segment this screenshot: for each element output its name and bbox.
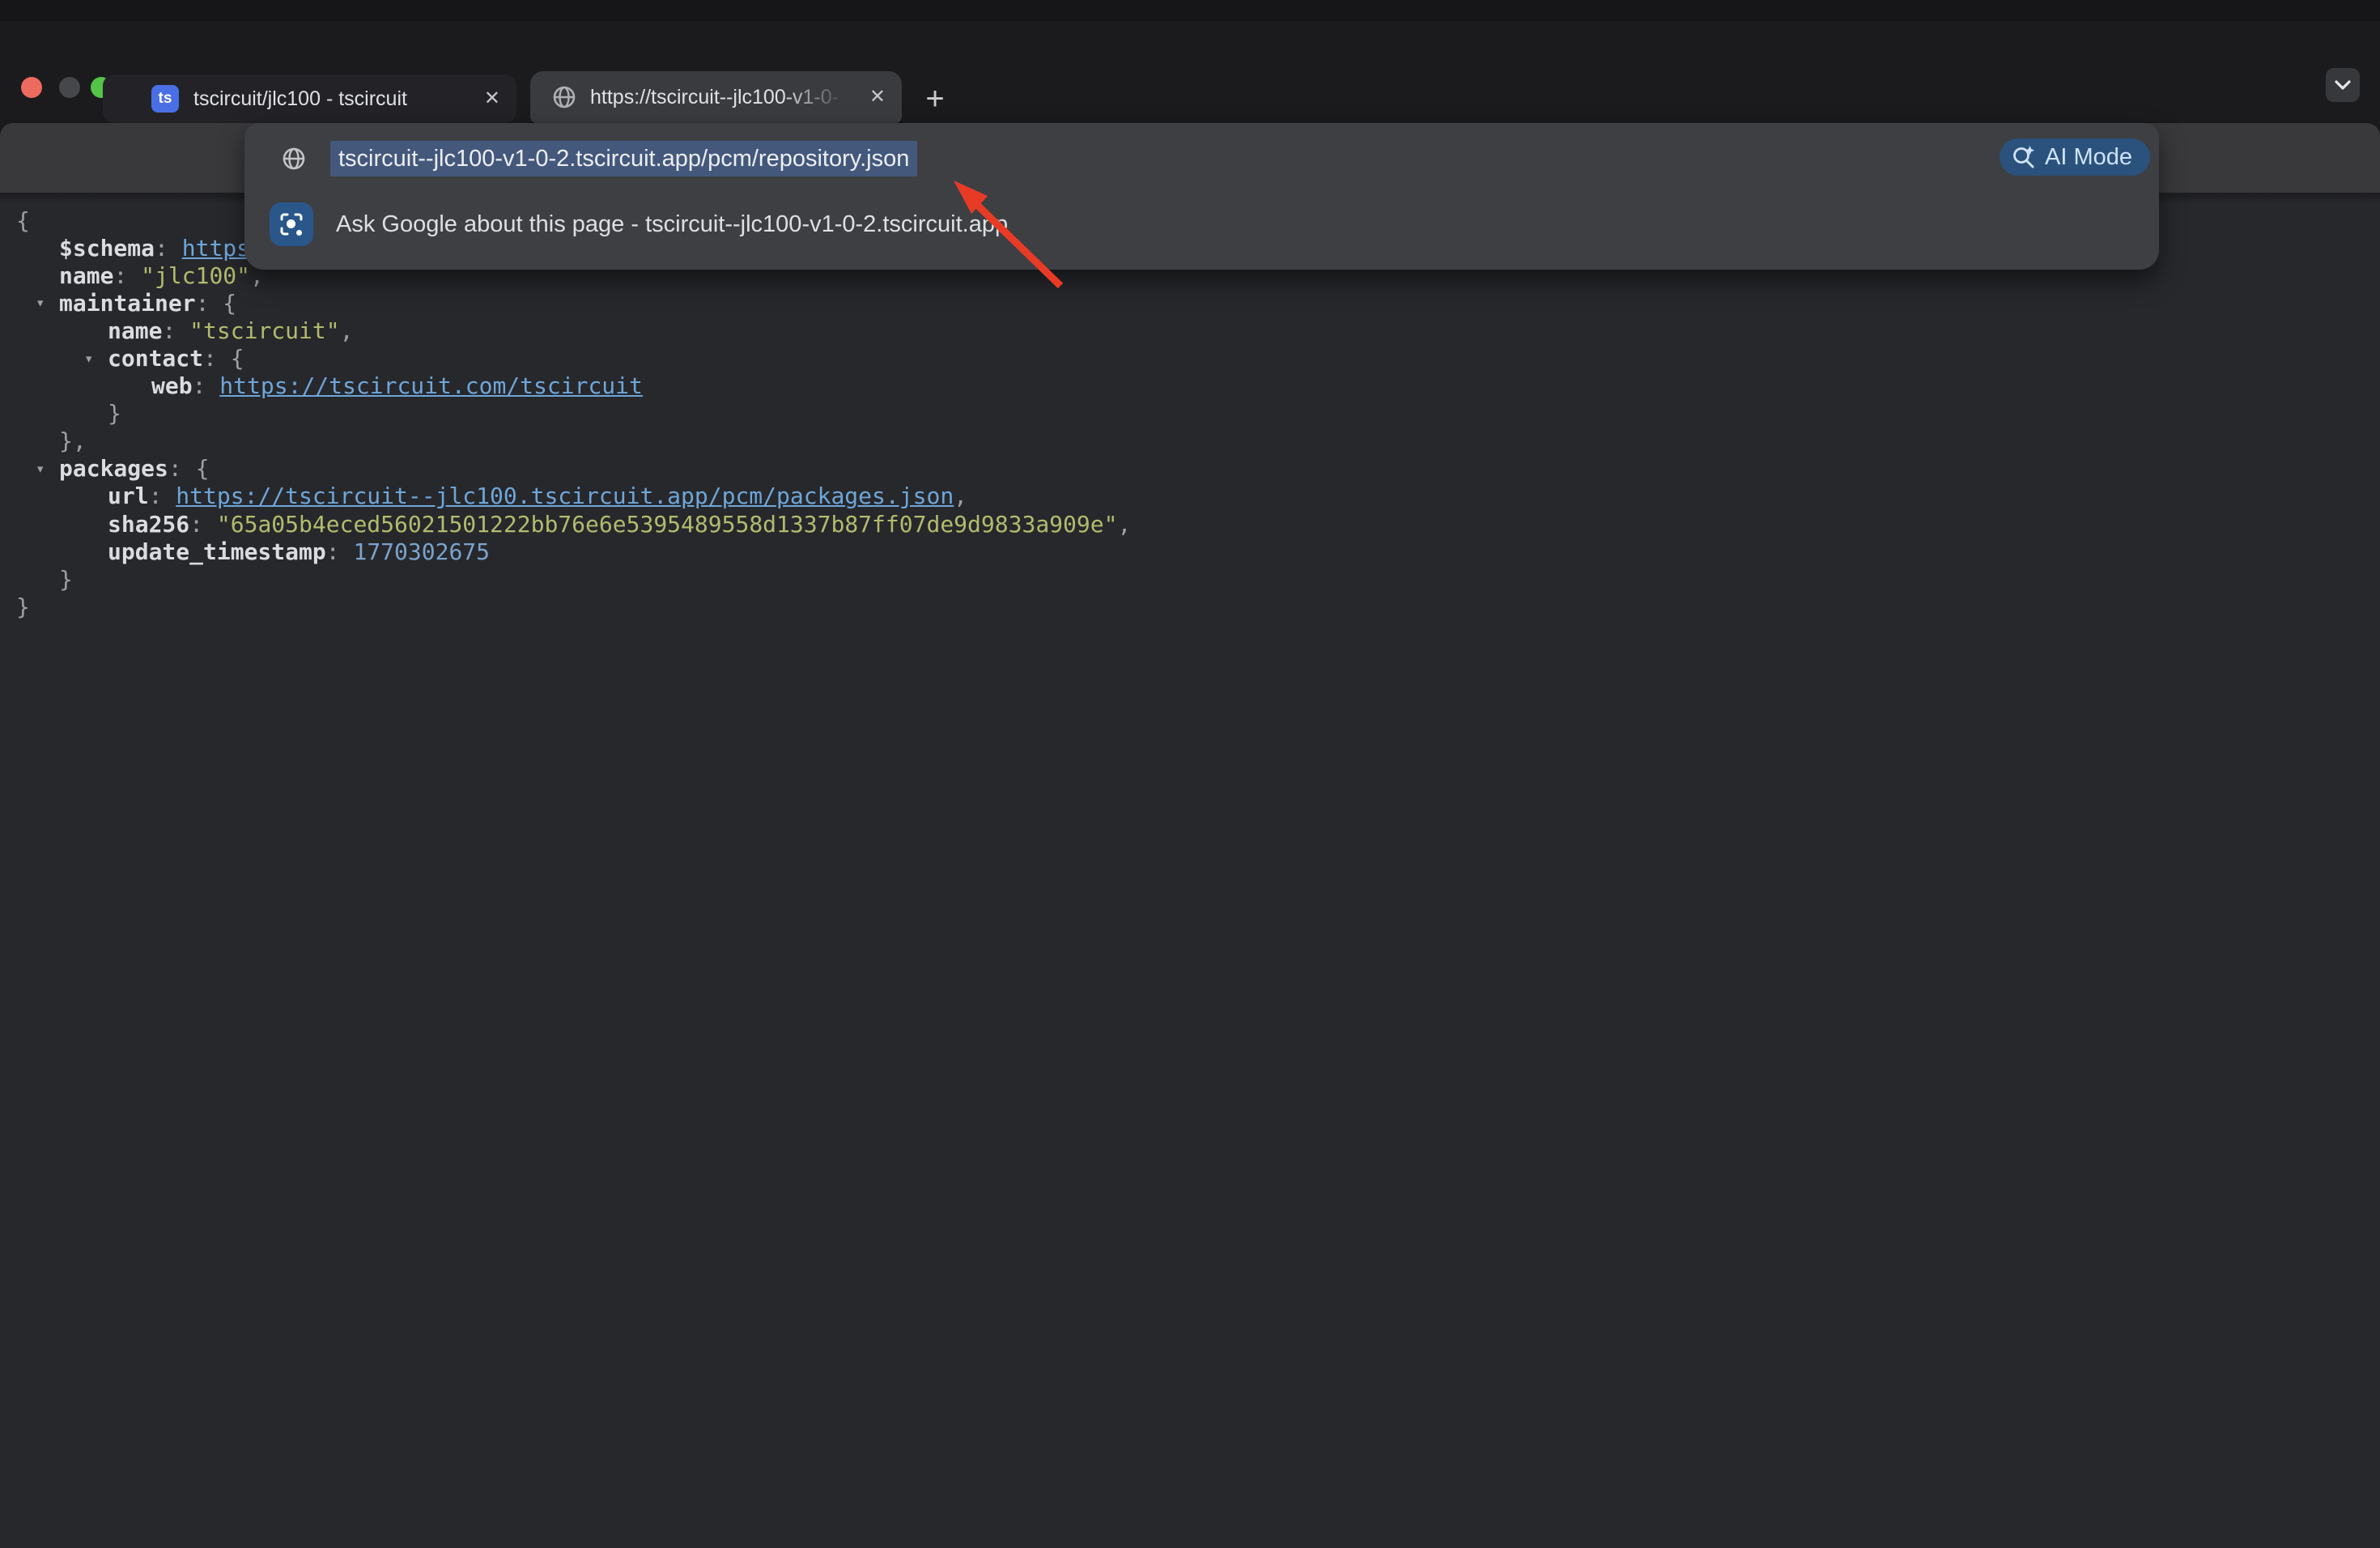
json-str: "jlc100" [141,262,250,289]
close-tab-icon[interactable]: ✕ [869,87,886,107]
tscircuit-favicon: ts [151,85,179,113]
json-link[interactable]: https://tscircuit--jlc100.tscircuit.app/… [176,483,954,509]
json-line: name: "tscircuit", [0,317,1131,344]
chevron-down-icon [2334,79,2352,91]
json-key: $schema [59,235,155,262]
json-punc: : [155,235,182,262]
json-link[interactable]: https [182,235,250,262]
json-line: ▾maintainer: { [0,289,1131,317]
globe-icon [551,84,577,110]
json-punc: : { [203,345,244,372]
browser-window: ts tscircuit/jlc100 - tscircuit ✕ https:… [0,0,2380,1548]
json-key: sha256 [108,511,189,538]
json-num: 1770302675 [353,538,490,565]
close-tab-icon[interactable]: ✕ [484,89,500,108]
traffic-light-close-button[interactable] [21,77,42,98]
json-line: } [0,400,1131,427]
ai-mode-button[interactable]: AI Mode [2000,138,2150,176]
json-punc: : [193,372,220,399]
url-input-selected-text[interactable]: tscircuit--jlc100-v1-0-2.tscircuit.app/p… [330,141,917,176]
collapse-caret-icon[interactable]: ▾ [36,294,59,312]
json-key: url [108,483,149,509]
json-punc: : [326,538,354,565]
collapse-caret-icon[interactable]: ▾ [84,350,108,368]
json-punc: , [1117,511,1131,538]
json-punc: : [113,262,141,289]
json-key: web [151,372,193,399]
json-punc: : { [196,290,237,317]
traffic-light-minimize-button[interactable] [59,77,80,98]
tab-title: tscircuit/jlc100 - tscircuit [193,87,470,111]
json-key: maintainer [59,290,196,317]
json-key: contact [108,345,203,372]
json-line: update_timestamp: 1770302675 [0,538,1131,565]
ai-search-icon [2011,144,2037,170]
json-punc: : [189,511,217,538]
json-punc: } [108,400,121,427]
json-punc: }, [59,427,87,454]
json-line: } [0,593,1131,620]
json-punc: } [16,593,30,620]
json-key: update_timestamp [108,538,326,565]
omnibox-suggestion[interactable]: Ask Google about this page - tscircuit--… [336,206,1008,242]
window-top-edge [0,0,2380,21]
json-punc: : [162,317,189,344]
json-punc: } [59,566,73,593]
json-line: url: https://tscircuit--jlc100.tscircuit… [0,483,1131,510]
page-content: {$schema: httpsname: "jlc100",▾maintaine… [0,193,2380,1548]
json-punc: : [149,483,176,509]
collapse-caret-icon[interactable]: ▾ [36,460,59,478]
json-line: sha256: "65a05b4eced56021501222bb76e6e53… [0,510,1131,538]
json-str: "tscircuit" [189,317,339,344]
json-key: name [59,262,113,289]
json-punc: , [340,317,354,344]
json-line: } [0,565,1131,593]
tab-repository-json-active[interactable]: https://tscircuit--jlc100-v1-0- ✕ [530,71,902,123]
json-punc: , [954,483,967,509]
json-line: }, [0,427,1131,455]
json-punc: : { [168,455,210,482]
json-key: packages [59,455,168,482]
json-key: name [108,317,162,344]
site-globe-icon [281,146,307,172]
json-link[interactable]: https://tscircuit.com/tscircuit [219,372,643,399]
new-tab-button[interactable]: + [917,81,953,117]
tab-tscircuit-jlc100[interactable]: ts tscircuit/jlc100 - tscircuit ✕ [103,74,516,123]
google-lens-icon [270,202,313,246]
json-str: "65a05b4eced56021501222bb76e6e5395489558… [217,511,1118,538]
tab-search-button[interactable] [2326,68,2360,102]
json-line: web: https://tscircuit.com/tscircuit [0,372,1131,400]
json-line: ▾contact: { [0,344,1131,372]
ai-mode-label: AI Mode [2045,144,2132,171]
json-line: ▾packages: { [0,455,1131,483]
tab-title: https://tscircuit--jlc100-v1-0- [590,86,856,109]
json-punc: { [16,207,30,234]
